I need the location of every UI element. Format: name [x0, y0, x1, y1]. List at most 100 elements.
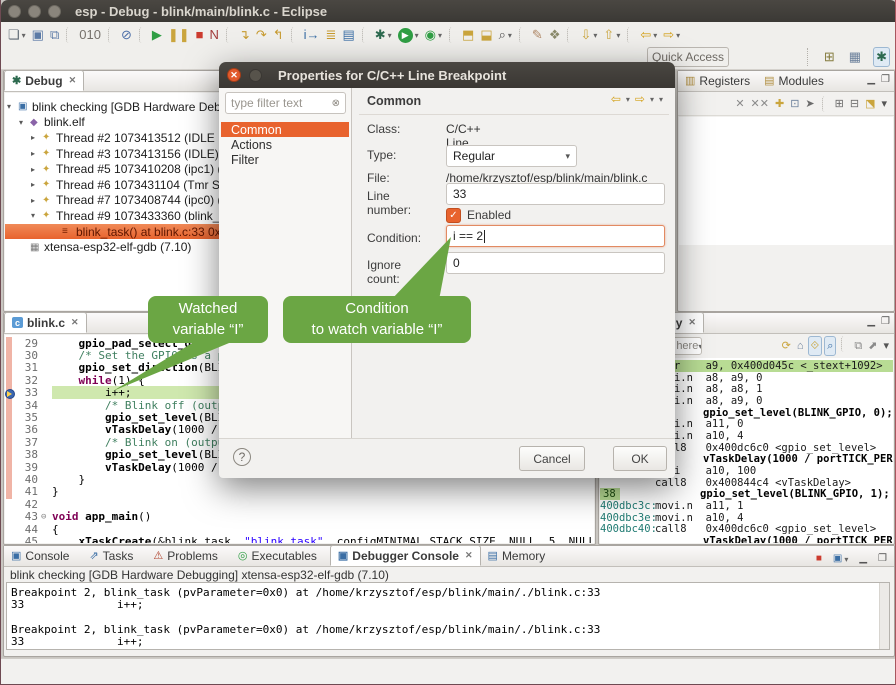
import-icon[interactable]: ⬓ ▾: [478, 25, 494, 45]
cancel-button[interactable]: Cancel: [519, 446, 585, 471]
breakpoint-marker-icon[interactable]: [5, 337, 13, 349]
condition-field[interactable]: i == 2: [446, 225, 665, 247]
breakpoint-marker-icon[interactable]: [5, 412, 13, 424]
remove-register-group-icon[interactable]: ✕: [733, 94, 746, 114]
display-selected-console-icon[interactable]: ▣ ▾: [831, 549, 850, 569]
expander-icon[interactable]: ▸: [31, 180, 42, 189]
export-icon[interactable]: ⬈: [866, 336, 879, 356]
minimize-icon[interactable]: ▁: [867, 316, 875, 327]
dialog-window-button[interactable]: [249, 69, 262, 82]
separator[interactable]: [841, 336, 847, 352]
separator[interactable]: ▾: [567, 27, 573, 43]
clear-filter-icon[interactable]: ⊗: [332, 98, 340, 109]
close-icon[interactable]: ✕: [71, 317, 79, 328]
next-annotation-icon[interactable]: ⇩ ▾: [578, 25, 599, 45]
save-all-icon[interactable]: ⧉ ▾: [48, 25, 61, 45]
save-icon[interactable]: ▣ ▾: [30, 25, 46, 45]
debug-perspective-icon[interactable]: ✱: [873, 47, 890, 67]
skip-all-breakpoints-icon[interactable]: ⊘ ▾: [119, 25, 134, 45]
scrollbar[interactable]: [879, 583, 889, 649]
breakpoint-marker-icon[interactable]: [5, 350, 13, 362]
breakpoint-marker-icon[interactable]: [5, 399, 13, 411]
separator[interactable]: ▾: [449, 27, 455, 43]
view-menu-icon[interactable]: ▾: [879, 94, 889, 114]
minimize-icon[interactable]: ▁ ▾: [857, 549, 869, 569]
separator[interactable]: ▾: [226, 27, 232, 43]
dialog-nav-item[interactable]: Filter: [221, 152, 349, 167]
forward-icon[interactable]: ⇨ ▾: [661, 25, 682, 45]
ignore-count-field[interactable]: 0: [446, 252, 665, 274]
expander-icon[interactable]: ▾: [31, 211, 42, 220]
console-tab[interactable]: ⇗ Tasks: [82, 545, 146, 566]
search-icon[interactable]: ⌕ ▾: [497, 25, 514, 45]
dialog-nav-item[interactable]: Actions: [221, 137, 349, 152]
maximize-icon[interactable]: ❐: [881, 74, 890, 85]
separator[interactable]: ▾: [108, 27, 114, 43]
help-icon[interactable]: ?: [233, 448, 251, 466]
window-minimize-button[interactable]: [28, 5, 41, 18]
console-tab[interactable]: ▣ Debugger Console ✕: [330, 545, 481, 566]
maximize-icon[interactable]: ❐ ▾: [876, 549, 889, 569]
separator[interactable]: ▾: [362, 27, 368, 43]
chevron-down-icon[interactable]: ▾: [698, 342, 702, 351]
console-tab[interactable]: ⚠ Problems: [146, 545, 231, 566]
show-source-icon[interactable]: ⌕: [824, 336, 836, 356]
chevron-down-icon[interactable]: ▾: [626, 95, 630, 104]
fold-icon[interactable]: ⊖: [41, 512, 52, 522]
breakpoint-marker-icon[interactable]: [5, 535, 13, 543]
view-menu-icon[interactable]: ▾: [881, 336, 891, 356]
separator[interactable]: ▾: [66, 27, 72, 43]
dialog-close-button[interactable]: ✕: [227, 68, 241, 82]
registers-tab[interactable]: ▤ Modules: [757, 70, 831, 91]
new-wizard-icon[interactable]: ❏ ▾: [6, 25, 28, 45]
binary-icon[interactable]: 010 ▾: [77, 25, 103, 45]
window-maximize-button[interactable]: [48, 5, 61, 18]
breakpoint-marker-icon[interactable]: [5, 523, 13, 535]
show-debug-view-icon[interactable]: ≣ ▾: [324, 25, 339, 45]
close-icon[interactable]: ✕: [465, 550, 473, 561]
workspace-perspective-icon[interactable]: ▦: [847, 47, 863, 67]
minimize-icon[interactable]: ▁: [867, 74, 875, 85]
back-icon[interactable]: ⇦: [611, 92, 621, 106]
separator[interactable]: [822, 96, 828, 112]
console-tab[interactable]: ▤ Memory: [481, 545, 559, 566]
registers-tab[interactable]: ▥ Registers: [678, 70, 757, 91]
pointer-icon[interactable]: ➤: [803, 94, 816, 114]
layout-icon[interactable]: ⬔: [863, 94, 877, 114]
filter-input[interactable]: type filter text ⊗: [225, 92, 346, 114]
previous-annotation-icon[interactable]: ⇧ ▾: [601, 25, 622, 45]
instruction-stepping-icon[interactable]: i→ ▾: [302, 25, 322, 45]
separator[interactable]: ▾: [139, 27, 145, 43]
separator[interactable]: ▾: [627, 27, 633, 43]
forward-icon[interactable]: ⇨: [635, 92, 645, 106]
window-close-button[interactable]: [8, 5, 21, 18]
separator[interactable]: ▾: [519, 27, 525, 43]
debug-icon[interactable]: ✱ ▾: [373, 25, 394, 45]
breakpoint-marker-icon[interactable]: [5, 473, 13, 485]
run-icon[interactable]: ▶ ▾: [396, 25, 421, 45]
line-number-field[interactable]: 33: [446, 183, 665, 205]
tab-debug[interactable]: ✱ Debug ✕: [4, 70, 84, 91]
maximize-icon[interactable]: ❐: [881, 316, 890, 327]
breakpoint-marker-icon[interactable]: [5, 424, 13, 436]
expander-icon[interactable]: ▸: [31, 149, 42, 158]
collapse-all-icon[interactable]: ⊟: [848, 94, 861, 114]
suspend-icon[interactable]: ❚❚ ▾: [166, 25, 192, 45]
view-menu-icon[interactable]: ▾: [659, 95, 663, 104]
breakpoint-marker-icon[interactable]: [5, 436, 13, 448]
chevron-down-icon[interactable]: ▾: [650, 95, 654, 104]
open-perspective-icon[interactable]: ⊞: [822, 47, 837, 67]
add-register-group-icon[interactable]: ✚: [773, 94, 786, 114]
remove-all-register-groups-icon[interactable]: ✕✕: [749, 94, 771, 114]
disconnect-icon[interactable]: N ▾: [208, 25, 221, 45]
type-dropdown[interactable]: Regular ▾: [446, 145, 577, 167]
expander-icon[interactable]: ▸: [31, 133, 42, 142]
expander-icon[interactable]: ▸: [31, 165, 42, 174]
breakpoint-marker-icon[interactable]: [5, 374, 13, 386]
breakpoint-marker-icon[interactable]: [5, 511, 13, 523]
track-expression-icon[interactable]: ⧉: [852, 336, 864, 356]
console-tab[interactable]: ◎ Executables: [231, 545, 330, 566]
breakpoint-marker-icon[interactable]: [5, 498, 13, 510]
tab-blink-c[interactable]: c blink.c ✕: [4, 312, 87, 333]
pin-view-icon[interactable]: ⊡: [788, 94, 801, 114]
